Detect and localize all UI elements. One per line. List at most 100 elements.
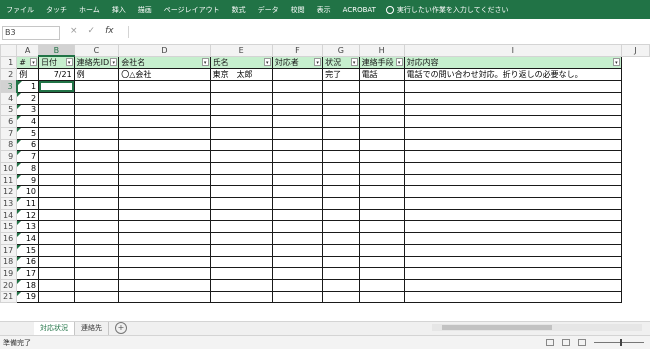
filter-dropdown-icon[interactable]: ▾ (201, 57, 209, 66)
cell[interactable] (209, 91, 273, 105)
cell[interactable]: 15 (16, 243, 40, 257)
cell[interactable] (403, 290, 622, 304)
filter-dropdown-icon[interactable]: ▾ (314, 57, 322, 66)
cell[interactable] (620, 209, 650, 221)
cell[interactable]: 7/21 (38, 68, 75, 82)
cell[interactable]: 19 (16, 290, 40, 304)
cell[interactable] (322, 91, 360, 105)
cell[interactable] (209, 126, 273, 140)
cell[interactable] (209, 220, 273, 234)
cell[interactable] (322, 232, 360, 245)
cell[interactable] (403, 80, 622, 93)
cell[interactable] (38, 162, 75, 175)
row-header[interactable]: 6 (0, 115, 18, 128)
active-cell[interactable] (38, 80, 75, 93)
cell[interactable] (322, 267, 360, 280)
cell[interactable] (403, 243, 622, 257)
cell[interactable]: 例 (16, 68, 40, 82)
cell[interactable] (358, 290, 405, 304)
row-header[interactable]: 16 (0, 232, 18, 245)
cell[interactable] (271, 185, 324, 199)
cell[interactable] (209, 243, 273, 257)
cell[interactable] (403, 220, 622, 234)
cell[interactable] (38, 290, 75, 304)
cell[interactable]: 11 (16, 197, 40, 210)
tab-review[interactable]: 校閲 (285, 5, 311, 15)
cell[interactable]: 5 (16, 126, 40, 140)
cell[interactable]: 8 (16, 162, 40, 175)
cell[interactable] (322, 162, 360, 175)
cell[interactable] (73, 126, 120, 140)
tab-view[interactable]: 表示 (311, 5, 337, 15)
cell[interactable] (73, 267, 120, 280)
cell[interactable] (271, 115, 324, 128)
cell[interactable] (38, 197, 75, 210)
cell[interactable]: 6 (16, 138, 40, 152)
cell[interactable] (73, 103, 120, 117)
row-header[interactable]: 13 (0, 197, 18, 210)
cell[interactable] (271, 103, 324, 117)
cell[interactable] (620, 185, 650, 198)
formula-input[interactable] (128, 26, 648, 38)
header-cell-status[interactable]: 状況 ▾ (322, 55, 360, 70)
cell[interactable] (403, 173, 622, 187)
cell[interactable] (358, 91, 405, 105)
cell[interactable] (118, 267, 211, 280)
cell[interactable]: 4 (16, 115, 40, 128)
row-header[interactable]: 5 (0, 103, 18, 117)
cell[interactable] (358, 150, 405, 163)
cell[interactable] (209, 267, 273, 280)
cell[interactable] (73, 162, 120, 175)
cell[interactable] (358, 162, 405, 175)
cell[interactable] (403, 197, 622, 210)
cell[interactable] (209, 80, 273, 93)
cell[interactable] (118, 243, 211, 257)
cell[interactable] (73, 138, 120, 152)
cell[interactable] (620, 68, 650, 81)
horizontal-scrollbar[interactable] (432, 324, 642, 331)
cell[interactable] (322, 173, 360, 187)
zoom-slider[interactable] (594, 339, 644, 346)
cell[interactable] (73, 173, 120, 187)
cell[interactable] (358, 115, 405, 128)
cell[interactable] (322, 208, 360, 222)
column-header-g[interactable]: G (322, 44, 360, 57)
cell[interactable] (403, 255, 622, 269)
row-header[interactable]: 19 (0, 267, 18, 280)
column-header-d[interactable]: D (118, 44, 211, 57)
page-break-view-icon[interactable] (578, 339, 586, 346)
cell[interactable] (358, 185, 405, 199)
header-cell-contact-method[interactable]: 連絡手段 ▾ (358, 55, 405, 70)
cell[interactable] (358, 138, 405, 152)
cell[interactable] (620, 174, 650, 186)
tab-insert[interactable]: 挿入 (106, 5, 132, 15)
cell[interactable] (209, 290, 273, 304)
tab-formulas[interactable]: 数式 (226, 5, 252, 15)
cell[interactable] (73, 232, 120, 245)
row-header[interactable]: 4 (0, 91, 18, 105)
cell[interactable] (38, 115, 75, 128)
header-cell-contact-id[interactable]: 連絡先ID ▾ (73, 55, 120, 70)
cell[interactable]: 1 (16, 80, 40, 93)
cell[interactable] (620, 256, 650, 268)
cell[interactable] (620, 232, 650, 245)
tell-me-box[interactable]: 実行したい作業を入力してください (382, 5, 509, 15)
row-header[interactable]: 17 (0, 243, 18, 257)
row-header[interactable]: 12 (0, 185, 18, 199)
cell[interactable] (322, 243, 360, 257)
cell[interactable] (271, 150, 324, 163)
cell[interactable] (38, 138, 75, 152)
cell[interactable] (38, 232, 75, 245)
header-cell-date[interactable]: 日付 ▾ (38, 55, 75, 70)
cell[interactable] (403, 208, 622, 222)
cell[interactable] (271, 278, 324, 292)
cell[interactable] (322, 126, 360, 140)
cell[interactable] (38, 126, 75, 140)
row-header[interactable]: 2 (0, 68, 18, 82)
cell[interactable] (358, 232, 405, 245)
cell[interactable] (620, 139, 650, 151)
cell[interactable] (118, 185, 211, 199)
cell[interactable] (118, 220, 211, 234)
tab-home[interactable]: ホーム (73, 5, 106, 15)
confirm-icon[interactable]: ✓ (88, 26, 96, 36)
